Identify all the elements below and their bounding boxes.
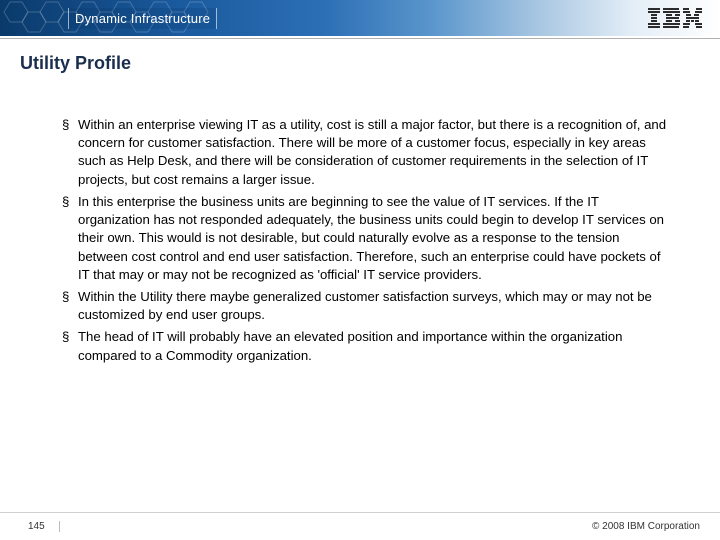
header-title: Dynamic Infrastructure xyxy=(68,8,217,29)
ibm-logo-icon xyxy=(648,8,702,28)
header-bar: Dynamic Infrastructure xyxy=(0,0,720,36)
bullet-list: Within an enterprise viewing IT as a uti… xyxy=(62,116,672,365)
list-item: The head of IT will probably have an ele… xyxy=(62,328,672,364)
list-item: Within an enterprise viewing IT as a uti… xyxy=(62,116,672,189)
slide: Dynamic Infrastructure xyxy=(0,0,720,540)
title-area: Utility Profile xyxy=(0,39,720,82)
page-number: 145 xyxy=(28,521,60,532)
list-item: Within the Utility there maybe generaliz… xyxy=(62,288,672,324)
content-area: Within an enterprise viewing IT as a uti… xyxy=(0,82,720,512)
list-item: In this enterprise the business units ar… xyxy=(62,193,672,284)
slide-title: Utility Profile xyxy=(20,53,700,74)
footer-bar: 145 © 2008 IBM Corporation xyxy=(0,512,720,540)
copyright-text: © 2008 IBM Corporation xyxy=(592,521,700,532)
